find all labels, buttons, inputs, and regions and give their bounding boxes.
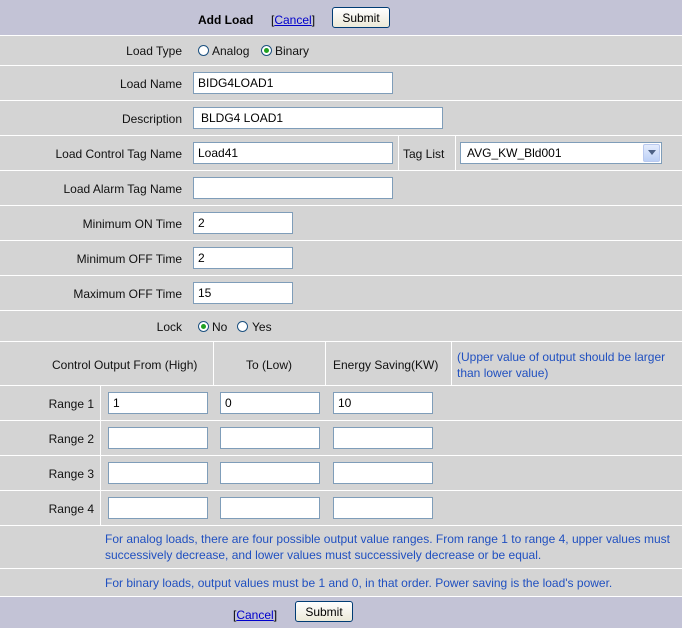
range-3-high-input[interactable] (108, 462, 208, 484)
control-tag-divider (398, 136, 399, 170)
range-2-high-input[interactable] (108, 427, 208, 449)
tag-list-select[interactable]: AVG_KW_Bld001 (460, 142, 662, 164)
control-tag-label: Load Control Tag Name (55, 147, 182, 161)
load-name-input[interactable] (193, 72, 393, 94)
range-3-energy-input[interactable] (333, 462, 433, 484)
load-type-analog-radio[interactable] (198, 45, 209, 56)
min-off-label: Minimum OFF Time (76, 252, 182, 266)
lock-yes-radio[interactable] (237, 321, 248, 332)
control-tag-input[interactable] (193, 142, 393, 164)
load-type-binary-radio[interactable] (261, 45, 272, 56)
range-2-energy-input[interactable] (333, 427, 433, 449)
load-name-label: Load Name (119, 77, 182, 91)
max-off-label: Maximum OFF Time (73, 287, 182, 301)
min-on-label: Minimum ON Time (82, 217, 182, 231)
load-type-binary-label[interactable]: Binary (275, 44, 309, 58)
lock-row (0, 311, 682, 341)
range-1-high-input[interactable] (108, 392, 208, 414)
range-1-energy-input[interactable] (333, 392, 433, 414)
tag-list-label: Tag List (403, 147, 445, 161)
range-col-high: Control Output From (High) (52, 358, 198, 372)
range-1-low-input[interactable] (220, 392, 320, 414)
tag-list-divider (455, 136, 456, 170)
range-4-low-input[interactable] (220, 497, 320, 519)
range-4-high-input[interactable] (108, 497, 208, 519)
chevron-down-icon[interactable] (643, 144, 660, 162)
tag-list-value: AVG_KW_Bld001 (467, 146, 562, 160)
max-off-input[interactable] (193, 282, 293, 304)
min-on-input[interactable] (193, 212, 293, 234)
analog-note: For analog loads, there are four possibl… (105, 532, 670, 562)
range-2-low-input[interactable] (220, 427, 320, 449)
min-off-input[interactable] (193, 247, 293, 269)
range-3-low-input[interactable] (220, 462, 320, 484)
header-cancel-link[interactable]: Cancel (274, 13, 311, 27)
binary-note: For binary loads, output values must be … (105, 576, 613, 590)
lock-no-label[interactable]: No (212, 320, 227, 334)
footer-cancel-link[interactable]: Cancel (236, 608, 273, 622)
load-type-analog-label[interactable]: Analog (212, 44, 249, 58)
header-submit-button[interactable]: Submit (332, 7, 390, 28)
description-label: Description (121, 112, 182, 126)
lock-label: Lock (156, 320, 182, 334)
alarm-tag-label: Load Alarm Tag Name (63, 182, 182, 196)
form-title: Add Load (198, 13, 254, 27)
load-type-row (0, 36, 682, 65)
range-hint: (Upper value of output should be larger … (457, 350, 666, 380)
range-col-low: To (Low) (246, 358, 293, 372)
range-4-energy-input[interactable] (333, 497, 433, 519)
description-input[interactable] (193, 107, 443, 129)
range-3-label: Range 3 (48, 467, 94, 481)
header-cancel[interactable]: [Cancel] (271, 13, 315, 27)
load-type-label: Load Type (126, 44, 182, 58)
range-col-energy: Energy Saving(KW) (333, 358, 439, 372)
lock-yes-label[interactable]: Yes (252, 320, 272, 334)
footer-submit-button[interactable]: Submit (295, 601, 353, 622)
range-4-label: Range 4 (48, 502, 94, 516)
range-2-label: Range 2 (48, 432, 94, 446)
alarm-tag-input[interactable] (193, 177, 393, 199)
footer-cancel[interactable]: [Cancel] (233, 608, 277, 622)
lock-no-radio[interactable] (198, 321, 209, 332)
range-1-label: Range 1 (48, 397, 94, 411)
